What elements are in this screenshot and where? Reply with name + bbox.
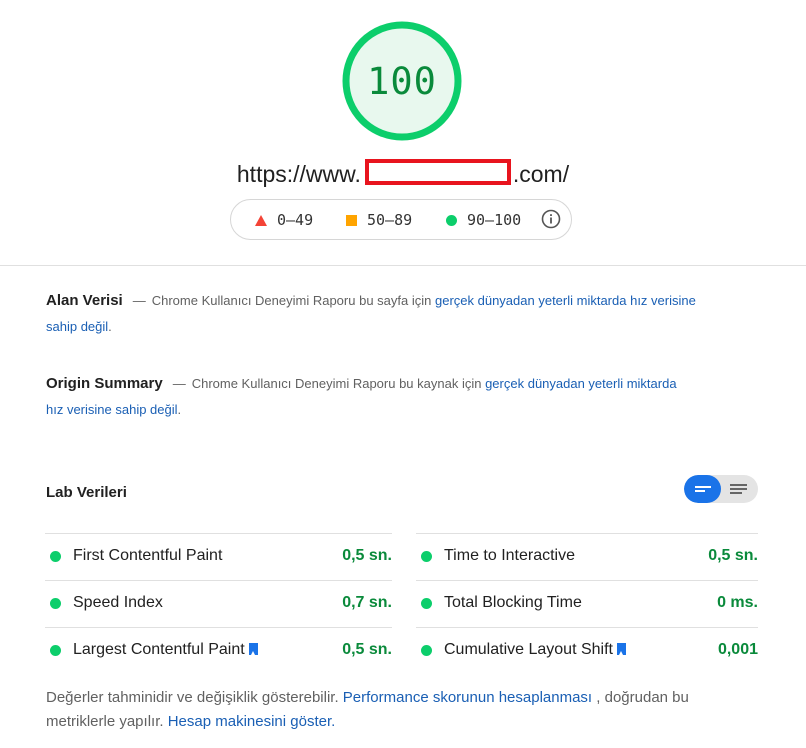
circle-icon (446, 214, 457, 226)
bookmark-icon (248, 643, 258, 655)
metric-row: Largest Contentful Paint 0,5 sn. (45, 627, 392, 674)
url-suffix: .com/ (512, 161, 570, 187)
legend-label-fail: 0–49 (277, 211, 314, 229)
metric-row: Total Blocking Time 0 ms. (416, 580, 758, 627)
metric-value: 0,7 sn. (342, 594, 392, 611)
url-redaction (364, 159, 511, 185)
origin-summary-text: Chrome Kullanıcı Deneyimi Raporu bu kayn… (191, 376, 482, 391)
origin-summary-dash: — (172, 376, 186, 391)
metrics-footnote: Değerler tahminidir ve değişiklik göster… (46, 686, 756, 734)
metrics-view-toggle (684, 475, 758, 503)
footnote-text-1: Değerler tahminidir ve değişiklik göster… (46, 689, 339, 706)
legend-label-pass: 90–100 (467, 211, 522, 229)
score-value: 100 (367, 59, 437, 103)
lines-icon (730, 484, 747, 494)
pass-dot-icon (421, 598, 432, 609)
section-divider (0, 265, 806, 266)
metric-name: Cumulative Layout Shift (444, 641, 626, 659)
bookmark-icon (616, 643, 626, 655)
metric-row: Cumulative Layout Shift 0,001 (416, 627, 758, 674)
short-lines-icon (695, 486, 711, 492)
triangle-icon (255, 214, 267, 226)
metric-value: 0,5 sn. (708, 547, 758, 564)
pagespeed-report: 100 https://www. .com/ 0–49 50–89 90–100 … (0, 0, 806, 748)
lab-data-title: Lab Verileri (46, 484, 127, 501)
url-prefix: https://www. (236, 161, 361, 187)
pass-dot-icon (50, 551, 61, 562)
legend-label-average: 50–89 (367, 211, 413, 229)
expanded-view-button[interactable] (721, 475, 758, 503)
legend-item-average: 50–89 (346, 211, 412, 229)
metric-name: Speed Index (73, 594, 163, 611)
metric-value: 0 ms. (717, 594, 758, 611)
pass-dot-icon (50, 598, 61, 609)
metric-value: 0,5 sn. (342, 641, 392, 658)
field-data-dash: — (132, 293, 146, 308)
origin-summary-end: . (177, 402, 182, 417)
info-icon[interactable] (541, 209, 561, 229)
metric-row: Time to Interactive 0,5 sn. (416, 533, 758, 580)
field-data-text: Chrome Kullanıcı Deneyimi Raporu bu sayf… (151, 293, 432, 308)
legend-item-pass: 90–100 (446, 211, 521, 229)
field-data-end: . (108, 319, 112, 334)
tested-url: https://www. .com/ (0, 158, 806, 190)
metric-name: First Contentful Paint (73, 547, 223, 564)
origin-summary-section: Origin Summary — Chrome Kullanıcı Deneyimi… (46, 371, 686, 423)
square-icon (346, 214, 357, 226)
metric-name: Time to Interactive (444, 547, 576, 564)
metric-value: 0,001 (717, 641, 758, 658)
show-calculator-link[interactable]: Hesap makinesini göster. (168, 713, 336, 730)
metric-row: First Contentful Paint 0,5 sn. (45, 533, 392, 580)
compact-view-button[interactable] (684, 475, 721, 503)
metric-value: 0,5 sn. (342, 547, 392, 564)
field-data-title: Alan Verisi (46, 292, 123, 309)
metric-name: Largest Contentful Paint (73, 641, 258, 659)
pass-dot-icon (421, 551, 432, 562)
pass-dot-icon (50, 645, 61, 656)
score-legend: 0–49 50–89 90–100 (230, 199, 572, 240)
performance-score-gauge: 100 (342, 21, 462, 141)
metric-row: Speed Index 0,7 sn. (45, 580, 392, 627)
field-data-section: Alan Verisi — Chrome Kullanıcı Deneyimi Ra… (46, 288, 726, 340)
metric-name: Total Blocking Time (444, 594, 582, 611)
score-calculation-link[interactable]: Performance skorunun hesaplanması (343, 689, 592, 706)
pass-dot-icon (421, 645, 432, 656)
origin-summary-title: Origin Summary (46, 375, 163, 392)
legend-item-fail: 0–49 (255, 211, 313, 229)
